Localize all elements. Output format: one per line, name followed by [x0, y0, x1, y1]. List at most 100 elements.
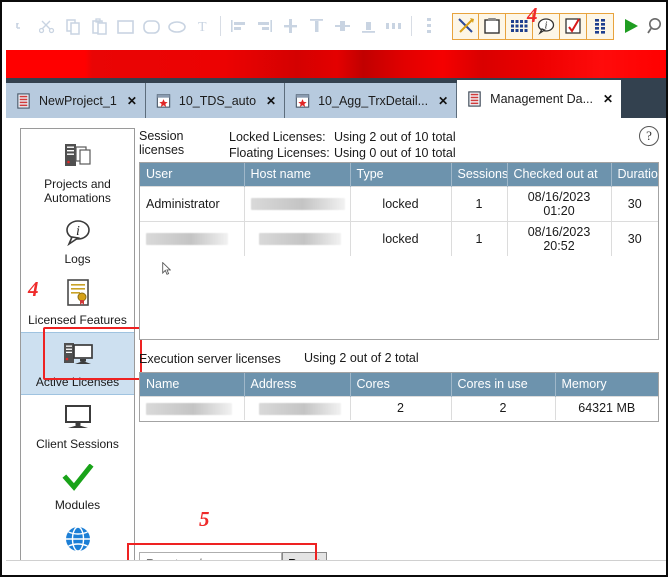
sidebar-item-modules[interactable]: Modules	[21, 456, 134, 517]
copy-icon[interactable]	[61, 13, 85, 39]
table-row[interactable]: locked 1 08/16/2023 20:52 30	[140, 221, 658, 256]
execution-server-licenses-header: Execution server licenses Using 2 out of…	[139, 351, 659, 369]
align-top-icon[interactable]	[304, 13, 328, 39]
sidebar-item-label: Licensed Features	[23, 313, 132, 327]
table-row[interactable]: 2 2 64321 MB	[140, 396, 658, 420]
redacted-banner	[6, 50, 668, 78]
cell-sessions: 1	[451, 186, 507, 221]
locked-licenses-value: Using 2 out of 10 total	[334, 129, 456, 145]
info-bubble-icon: i	[23, 214, 132, 250]
sidebar-item-projects-and-automations[interactable]: Projects and Automations	[21, 135, 134, 210]
status-strip	[6, 560, 668, 577]
align-left-icon[interactable]	[226, 13, 250, 39]
starred-document-icon	[294, 92, 311, 110]
tab-10-agg-trxdetail[interactable]: 10_Agg_TrxDetail... ✕	[285, 83, 457, 118]
tools-icon[interactable]	[452, 13, 479, 40]
table-header-row: User Host name Type Sessions Checked out…	[140, 163, 658, 186]
cell-duration: 30	[611, 186, 658, 221]
sidebar-item-label: Active Licenses	[23, 375, 132, 389]
rounded-rectangle-icon[interactable]	[139, 13, 163, 39]
floating-licenses-row: Floating Licenses: Using 0 out of 10 tot…	[229, 145, 456, 161]
rectangle-icon[interactable]	[113, 13, 137, 39]
session-licenses-header: Session licenses Locked Licenses: Using …	[139, 128, 659, 162]
align-center-vertical-icon[interactable]	[278, 13, 302, 39]
sidebar-item-logs[interactable]: i Logs	[21, 210, 134, 271]
cell-cores-in-use: 2	[451, 396, 555, 420]
floating-licenses-label: Floating Licenses:	[229, 145, 334, 161]
column-header-type[interactable]: Type	[350, 163, 451, 186]
cell-user	[140, 221, 244, 256]
annotation-4-sidebar: 4	[28, 277, 39, 302]
distribute-horizontal-icon[interactable]	[382, 13, 406, 39]
play-icon[interactable]	[621, 13, 641, 39]
column-header-cores-in-use[interactable]: Cores in use	[451, 373, 555, 396]
redacted-value	[251, 198, 345, 210]
distribute-vertical-icon[interactable]	[417, 13, 441, 39]
cell-cores: 2	[350, 396, 451, 420]
redacted-value	[146, 403, 232, 415]
align-right-icon[interactable]	[252, 13, 276, 39]
floating-licenses-value: Using 0 out of 10 total	[334, 145, 456, 161]
tab-label: Management Da...	[490, 92, 593, 106]
cell-checked-out-at: 08/16/2023 20:52	[507, 221, 611, 256]
undo-icon[interactable]	[9, 13, 33, 39]
table-header-row: Name Address Cores Cores in use Memory	[140, 373, 658, 396]
session-licenses-table: User Host name Type Sessions Checked out…	[139, 162, 659, 340]
text-icon[interactable]: T	[191, 13, 215, 39]
tab-close-icon[interactable]: ✕	[127, 94, 137, 108]
sidebar-item-active-licenses[interactable]: Active Licenses	[21, 332, 134, 395]
align-middle-icon[interactable]	[330, 13, 354, 39]
column-header-address[interactable]: Address	[244, 373, 350, 396]
toolbar: T	[4, 2, 668, 50]
content-area: Projects and Automations i Logs	[6, 118, 668, 575]
svg-text:T: T	[198, 20, 207, 34]
tab-newproject-1[interactable]: NewProject_1 ✕	[6, 83, 146, 118]
tab-close-icon[interactable]: ✕	[438, 94, 448, 108]
mouse-cursor	[162, 262, 171, 275]
checklist-icon[interactable]	[560, 13, 587, 40]
tab-close-icon[interactable]: ✕	[603, 92, 613, 106]
tab-10-tds-auto[interactable]: 10_TDS_auto ✕	[146, 83, 285, 118]
cell-duration: 30	[611, 221, 658, 256]
paste-icon[interactable]	[87, 13, 111, 39]
clipboard-icon[interactable]	[479, 13, 506, 40]
sidebar-item-label: Modules	[23, 498, 132, 512]
tab-management-dashboard[interactable]: Management Da... ✕	[457, 80, 621, 118]
svg-text:i: i	[76, 224, 80, 239]
cell-checked-out-at: 08/16/2023 01:20	[507, 186, 611, 221]
ellipse-icon[interactable]	[165, 13, 189, 39]
help-icon[interactable]: ?	[639, 126, 659, 146]
column-header-host-name[interactable]: Host name	[244, 163, 350, 186]
column-header-duration[interactable]: Duration	[611, 163, 658, 186]
cell-memory: 64321 MB	[555, 396, 658, 420]
server-monitor-icon	[23, 337, 132, 373]
column-header-sessions[interactable]: Sessions	[451, 163, 507, 186]
redacted-value	[259, 403, 341, 415]
toolbar-divider	[220, 16, 221, 36]
table-row[interactable]: Administrator locked 1 08/16/2023 01:20 …	[140, 186, 658, 221]
main-panel: Session licenses Locked Licenses: Using …	[139, 128, 659, 568]
globe-icon	[23, 521, 132, 557]
cut-icon[interactable]	[35, 13, 59, 39]
column-header-cores[interactable]: Cores	[350, 373, 451, 396]
sidebar-item-label: Projects and Automations	[23, 177, 132, 205]
magnifier-icon[interactable]	[646, 13, 666, 39]
toolbar-left-group: T	[8, 13, 442, 39]
align-bottom-icon[interactable]	[356, 13, 380, 39]
columns-icon[interactable]	[587, 13, 614, 40]
column-header-user[interactable]: User	[140, 163, 244, 186]
tab-close-icon[interactable]: ✕	[266, 94, 276, 108]
sidebar-item-client-sessions[interactable]: Client Sessions	[21, 395, 134, 456]
cell-address	[244, 396, 350, 420]
execution-server-usage: Using 2 out of 2 total	[304, 351, 419, 369]
execution-server-licenses-title: Execution server licenses	[139, 351, 304, 369]
cell-host-name	[244, 186, 350, 221]
column-header-name[interactable]: Name	[140, 373, 244, 396]
column-header-checked-out-at[interactable]: Checked out at	[507, 163, 611, 186]
monitor-icon	[23, 399, 132, 435]
column-header-memory[interactable]: Memory	[555, 373, 658, 396]
database-icon	[466, 90, 483, 108]
redacted-value	[259, 233, 341, 245]
cell-type: locked	[350, 186, 451, 221]
locked-licenses-label: Locked Licenses:	[229, 129, 334, 145]
